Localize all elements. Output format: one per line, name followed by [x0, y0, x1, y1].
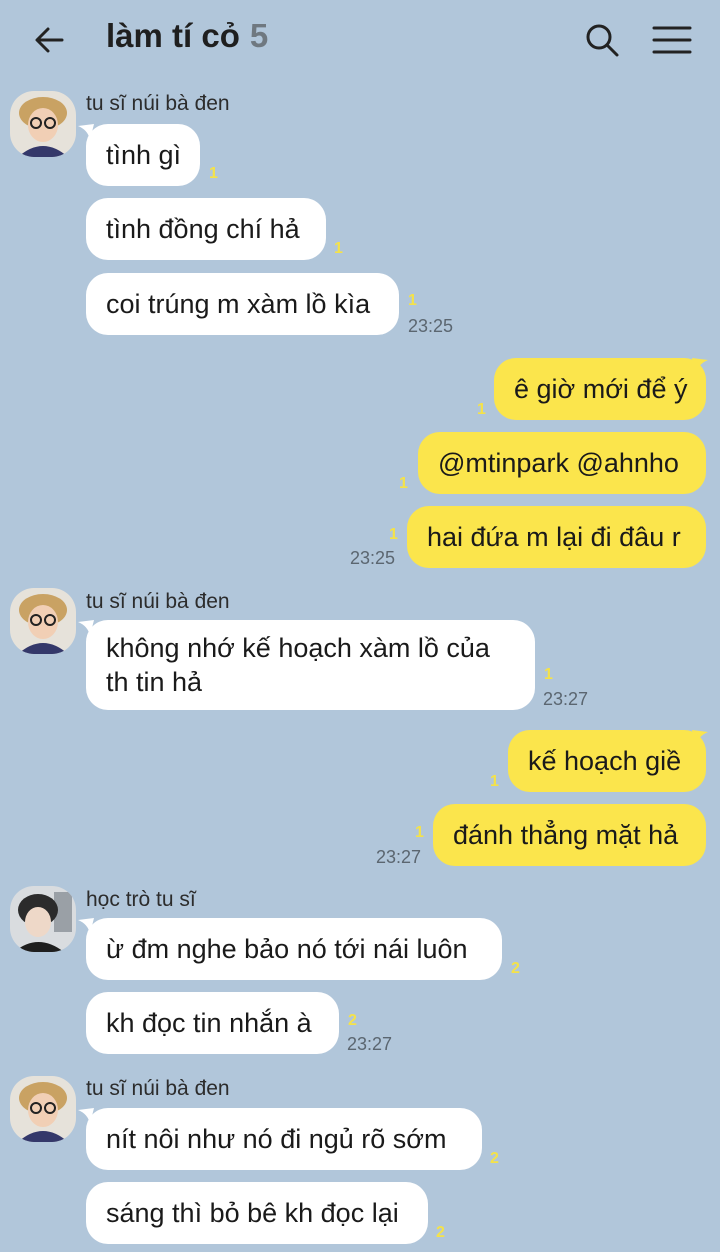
message-text: @mtinpark @ahnho	[438, 447, 679, 478]
message-bubble[interactable]: hai đứa m lại đi đâu r	[407, 506, 706, 568]
unread-count: 2	[490, 1150, 499, 1167]
message-bubble[interactable]: đánh thẳng mặt hả	[433, 804, 706, 866]
avatar[interactable]	[10, 588, 76, 654]
timestamp: 23:27	[543, 689, 589, 709]
message-bubble[interactable]: kh đọc tin nhắn à	[86, 992, 339, 1054]
unread-count: 1	[415, 824, 424, 841]
message-bubble[interactable]: không nhớ kế hoạch xàm lồ của th tin hả	[86, 620, 535, 710]
sender-name: học trò tu sĩ	[86, 888, 196, 911]
chat-header: làm tí cỏ 5	[0, 0, 720, 78]
message-text: kế hoạch giề	[528, 745, 682, 776]
message-bubble[interactable]: nít nôi như nó đi ngủ rõ sớm	[86, 1108, 482, 1170]
timestamp: 23:25	[350, 548, 396, 568]
message-text: hai đứa m lại đi đâu r	[427, 521, 681, 552]
back-arrow-icon	[35, 27, 64, 53]
unread-count: 1	[408, 292, 417, 309]
message-bubble[interactable]: kế hoạch giề	[508, 730, 706, 792]
message-bubble[interactable]: @mtinpark @ahnho	[418, 432, 706, 494]
message-text: coi trúng m xàm lồ kìa	[106, 288, 371, 319]
search-button[interactable]	[582, 20, 622, 60]
member-count: 5	[249, 17, 269, 54]
back-button[interactable]	[30, 20, 70, 60]
avatar[interactable]	[10, 1076, 76, 1142]
message-text: ê giờ mới để ý	[514, 373, 688, 404]
menu-icon	[652, 26, 692, 54]
sender-name: tu sĩ núi bà đen	[86, 1077, 230, 1100]
message-bubble[interactable]: ê giờ mới để ý	[494, 358, 706, 420]
message-text-line: không nhớ kế hoạch xàm lồ của	[106, 633, 490, 663]
timestamp: 23:25	[408, 316, 454, 336]
avatar[interactable]	[10, 886, 76, 952]
search-icon	[586, 24, 619, 57]
unread-count: 1	[490, 773, 499, 790]
message-text: kh đọc tin nhắn à	[106, 1007, 312, 1038]
unread-count: 2	[348, 1012, 357, 1029]
unread-count: 1	[389, 526, 398, 543]
timestamp: 23:27	[347, 1034, 393, 1054]
unread-count: 1	[334, 240, 343, 257]
timestamp: 23:27	[376, 847, 422, 867]
unread-count: 1	[209, 165, 218, 182]
unread-count: 2	[511, 960, 520, 977]
message-text: tình gì	[106, 139, 182, 170]
unread-count: 1	[544, 666, 553, 683]
message-bubble[interactable]: tình đồng chí hả	[86, 198, 326, 260]
chat-title: làm tí cỏ 5	[106, 17, 268, 55]
unread-count: 1	[399, 475, 408, 492]
unread-count: 1	[477, 401, 486, 418]
message-bubble[interactable]: tình gì	[86, 124, 200, 186]
sender-name: tu sĩ núi bà đen	[86, 590, 230, 613]
message-text: tình đồng chí hả	[106, 213, 300, 244]
sender-name: tu sĩ núi bà đen	[86, 92, 230, 115]
message-text: đánh thẳng mặt hả	[453, 819, 679, 850]
chat-name: làm tí cỏ	[106, 17, 240, 54]
message-text-line: th tin hả	[106, 667, 203, 697]
message-bubble[interactable]: coi trúng m xàm lồ kìa	[86, 273, 399, 335]
message-bubble[interactable]: sáng thì bỏ bê kh đọc lại	[86, 1182, 428, 1244]
message-bubble[interactable]: ừ đm nghe bảo nó tới nái luôn	[86, 918, 502, 980]
unread-count: 2	[436, 1224, 445, 1241]
message-text: sáng thì bỏ bê kh đọc lại	[106, 1197, 399, 1228]
avatar[interactable]	[10, 91, 76, 157]
message-text: ừ đm nghe bảo nó tới nái luôn	[106, 933, 468, 964]
message-text: nít nôi như nó đi ngủ rõ sớm	[106, 1123, 447, 1154]
menu-button[interactable]	[650, 20, 694, 60]
